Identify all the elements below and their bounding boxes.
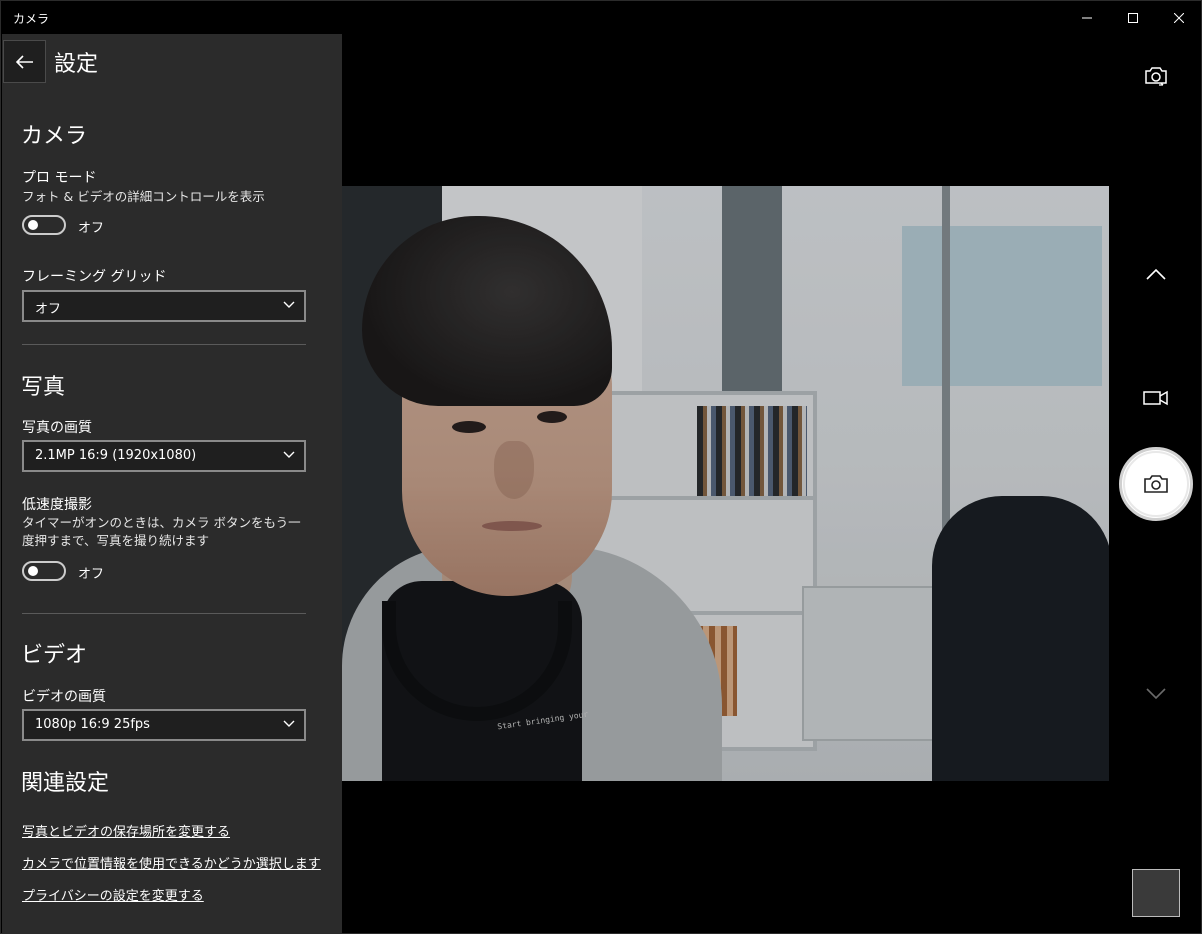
scroll-up-button[interactable] xyxy=(1138,259,1174,289)
switch-camera-button[interactable] xyxy=(1134,56,1178,96)
camera-section-title: カメラ xyxy=(21,124,88,149)
app-title: カメラ xyxy=(13,12,50,26)
switch-camera-icon xyxy=(1145,67,1167,86)
time-lapse-toggle[interactable] xyxy=(22,561,66,581)
preview-overlay xyxy=(342,186,1109,781)
chevron-down-icon xyxy=(283,451,295,458)
chevron-down-icon xyxy=(283,301,295,308)
shutter-ring xyxy=(1123,451,1189,517)
pro-mode-description: フォト & ビデオの詳細コントロールを表示 xyxy=(22,189,265,204)
privacy-settings-link[interactable]: プライバシーの設定を変更する xyxy=(22,885,204,904)
settings-panel: 設定 カメラ プロ モード フォト & ビデオの詳細コントロールを表示 オフ フ… xyxy=(2,34,342,934)
maximize-button[interactable] xyxy=(1110,1,1156,34)
framing-grid-dropdown[interactable]: オフ xyxy=(22,290,306,322)
framing-grid-label: フレーミング グリッド xyxy=(22,269,167,285)
storage-location-link[interactable]: 写真とビデオの保存場所を変更する xyxy=(22,821,230,840)
video-section-title: ビデオ xyxy=(21,643,88,668)
photo-section-title: 写真 xyxy=(21,375,66,400)
section-divider xyxy=(22,344,306,345)
chevron-down-icon xyxy=(283,720,295,727)
time-lapse-label: 低速度撮影 xyxy=(22,497,92,513)
video-quality-value: 1080p 16:9 25fps xyxy=(35,717,150,732)
photo-quality-value: 2.1MP 16:9 (1920x1080) xyxy=(35,448,197,463)
toggle-knob xyxy=(28,566,38,576)
last-capture-thumbnail[interactable] xyxy=(1132,869,1180,917)
time-lapse-state: オフ xyxy=(78,567,105,582)
minimize-icon xyxy=(1082,17,1092,18)
time-lapse-description: タイマーがオンのときは、カメラ ボタンをもう一度押すまで、写真を撮り続けます xyxy=(22,515,301,548)
back-arrow-icon xyxy=(15,54,33,69)
related-section-title: 関連設定 xyxy=(21,771,110,796)
section-divider xyxy=(22,613,306,614)
camera-icon xyxy=(1144,475,1168,493)
camera-preview[interactable]: Start bringing your xyxy=(342,186,1109,781)
pro-mode-state: オフ xyxy=(78,221,105,236)
pro-mode-label: プロ モード xyxy=(22,170,97,186)
minimize-button[interactable] xyxy=(1064,1,1110,34)
title-bar: カメラ xyxy=(1,1,1201,34)
video-quality-label: ビデオの画質 xyxy=(22,689,106,705)
photo-quality-dropdown[interactable]: 2.1MP 16:9 (1920x1080) xyxy=(22,440,306,472)
framing-grid-value: オフ xyxy=(35,302,62,317)
video-mode-button[interactable] xyxy=(1136,383,1176,413)
chevron-up-icon xyxy=(1146,268,1166,280)
pro-mode-toggle[interactable] xyxy=(22,215,66,235)
scroll-down-button[interactable] xyxy=(1138,679,1174,709)
close-button[interactable] xyxy=(1156,1,1202,34)
location-settings-link[interactable]: カメラで位置情報を使用できるかどうか選択します xyxy=(22,853,321,872)
close-icon xyxy=(1174,12,1184,23)
chevron-down-icon xyxy=(1146,688,1166,700)
panel-title: 設定 xyxy=(54,52,99,77)
toggle-knob xyxy=(28,220,38,230)
video-quality-dropdown[interactable]: 1080p 16:9 25fps xyxy=(22,709,306,741)
back-button[interactable] xyxy=(3,40,46,83)
maximize-icon xyxy=(1128,12,1138,23)
camera-app-window: カメラ 設定 カメラ プロ モード フォト & ビデオの詳細コントロールを表示 … xyxy=(0,0,1202,934)
take-photo-button[interactable] xyxy=(1119,447,1193,521)
video-camera-icon xyxy=(1143,390,1168,406)
photo-quality-label: 写真の画質 xyxy=(22,420,92,436)
